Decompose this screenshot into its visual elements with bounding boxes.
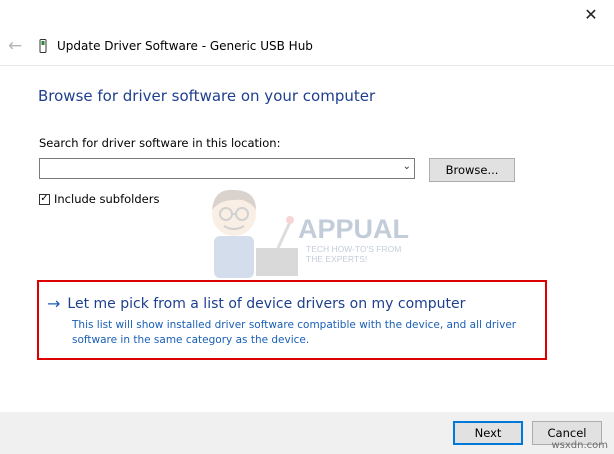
pick-from-list-link[interactable]: → Let me pick from a list of device driv…: [47, 294, 465, 313]
navigation-bar: ← Update Driver Software - Generic USB H…: [0, 29, 614, 66]
close-icon: ✕: [584, 5, 598, 24]
pick-driver-option-highlight: → Let me pick from a list of device driv…: [37, 280, 547, 360]
search-location-input[interactable]: [40, 160, 398, 180]
site-watermark: wsxdn.com: [551, 440, 608, 451]
browse-button[interactable]: Browse...: [429, 158, 515, 182]
chevron-down-icon[interactable]: ⌄: [403, 161, 411, 172]
dialog-title: Update Driver Software - Generic USB Hub: [57, 39, 313, 53]
dialog-footer: Next Cancel wsxdn.com: [0, 412, 614, 454]
search-location-label: Search for driver software in this locat…: [39, 136, 281, 150]
watermark-mascot-icon: [212, 189, 298, 278]
title-bar: ✕: [0, 0, 614, 29]
pick-from-list-description: This list will show installed driver sof…: [72, 319, 517, 346]
arrow-right-icon: →: [47, 294, 61, 313]
watermark-tagline-1: TECH HOW-TO'S FROM: [306, 244, 401, 254]
include-subfolders-label: Include subfolders: [54, 192, 160, 206]
check-mark-icon: ✓: [40, 193, 49, 204]
include-subfolders-checkbox[interactable]: ✓: [39, 193, 50, 205]
search-location-combobox[interactable]: ⌄: [39, 158, 415, 180]
appuals-watermark: APPUALS TECH HOW-TO'S FROM THE EXPERTS!: [212, 189, 410, 278]
usb-device-icon: [39, 39, 47, 53]
pick-from-list-title[interactable]: Let me pick from a list of device driver…: [67, 296, 465, 312]
next-button[interactable]: Next: [453, 421, 523, 445]
include-subfolders-option[interactable]: ✓ Include subfolders: [39, 192, 159, 206]
page-heading: Browse for driver software on your compu…: [38, 87, 376, 105]
watermark-tagline-2: THE EXPERTS!: [306, 254, 367, 264]
watermark-brand: APPUALS: [298, 214, 410, 244]
close-button[interactable]: ✕: [568, 0, 614, 29]
back-arrow-icon[interactable]: ←: [8, 36, 22, 56]
